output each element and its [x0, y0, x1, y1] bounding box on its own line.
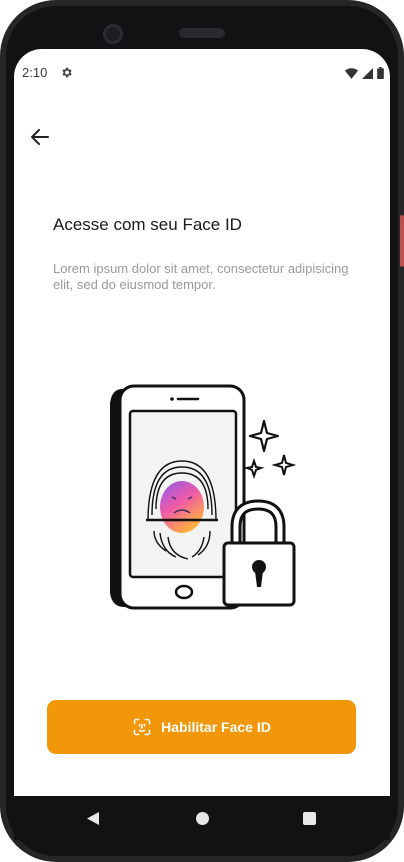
side-button [400, 215, 404, 267]
signal-icon [362, 67, 373, 79]
app-screen: 2:10 Acesse com seu Face ID Lorem ipsum … [14, 49, 390, 796]
battery-icon [377, 67, 384, 79]
status-bar: 2:10 [14, 61, 390, 85]
nav-home-icon[interactable] [196, 812, 209, 825]
page-title: Acesse com seu Face ID [53, 215, 242, 234]
page-subtitle: Lorem ipsum dolor sit amet, consectetur … [53, 261, 349, 292]
gear-icon [60, 66, 73, 84]
face-id-icon [133, 718, 151, 736]
arrow-left-icon [31, 129, 49, 145]
earpiece-speaker [179, 28, 225, 38]
nav-recent-icon[interactable] [303, 812, 316, 825]
status-time: 2:10 [22, 65, 48, 80]
device-frame: 2:10 Acesse com seu Face ID Lorem ipsum … [0, 0, 404, 862]
back-button[interactable] [28, 125, 52, 149]
system-icons [345, 67, 384, 79]
nav-back-icon[interactable] [86, 811, 100, 826]
enable-face-id-label: Habilitar Face ID [161, 719, 271, 735]
android-navigation-bar [14, 796, 390, 840]
front-camera [103, 24, 123, 44]
phone-fingerprint-padlock-illustration [110, 384, 296, 610]
enable-face-id-button[interactable]: Habilitar Face ID [47, 700, 356, 754]
wifi-icon [345, 67, 358, 79]
